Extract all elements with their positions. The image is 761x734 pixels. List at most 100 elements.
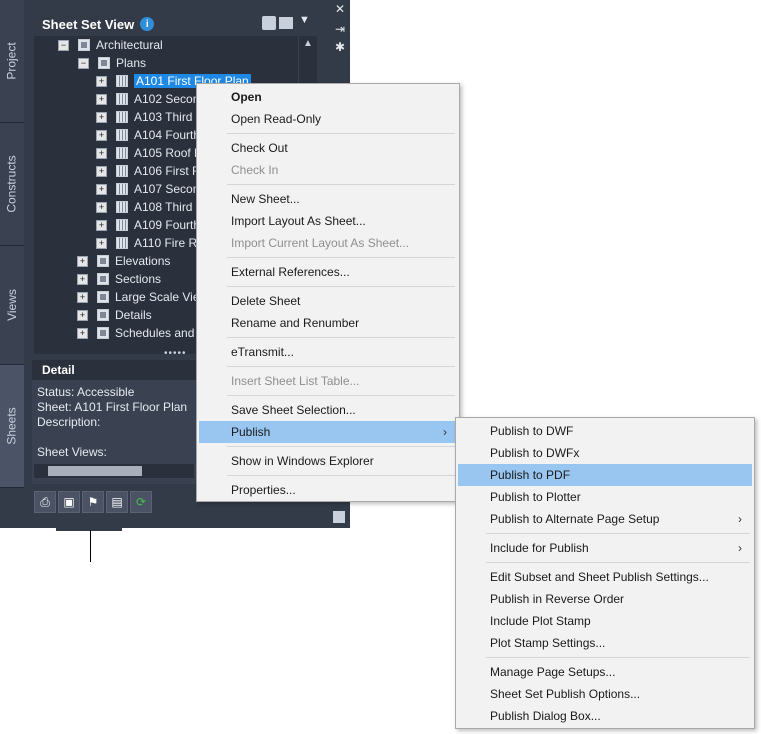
tree-node-label: Plans bbox=[116, 56, 147, 70]
menu-open-read-only[interactable]: Open Read-Only bbox=[199, 108, 457, 130]
expand-icon[interactable]: + bbox=[77, 309, 88, 321]
sheet-icon bbox=[116, 75, 128, 87]
publish-options-icon[interactable]: ⚑ bbox=[82, 491, 104, 513]
menu-open[interactable]: Open bbox=[199, 86, 457, 108]
submenu-publish-dialog-box[interactable]: Publish Dialog Box... bbox=[458, 705, 752, 727]
scroll-thumb[interactable] bbox=[48, 466, 142, 476]
expand-icon[interactable]: + bbox=[96, 201, 107, 213]
tree-sheet[interactable]: + A109 Fourth bbox=[96, 216, 200, 234]
submenu-include-for-publish[interactable]: Include for Publish › bbox=[458, 537, 752, 559]
expand-icon[interactable]: + bbox=[96, 219, 107, 231]
menu-etransmit[interactable]: eTransmit... bbox=[199, 341, 457, 363]
folder-icon[interactable] bbox=[279, 17, 293, 29]
tab-project[interactable]: Project bbox=[0, 0, 24, 123]
expand-icon[interactable]: + bbox=[96, 93, 107, 105]
expand-icon[interactable]: + bbox=[96, 75, 107, 87]
tree-subset[interactable]: + Elevations bbox=[77, 252, 170, 270]
menu-new-sheet[interactable]: New Sheet... bbox=[199, 188, 457, 210]
tree-sheet[interactable]: + A104 Fourth bbox=[96, 126, 200, 144]
expand-icon[interactable]: + bbox=[77, 327, 88, 339]
menu-check-out[interactable]: Check Out bbox=[199, 137, 457, 159]
submenu-publish-pdf[interactable]: Publish to PDF bbox=[458, 464, 752, 486]
tree-node-label: A110 Fire Ra bbox=[134, 236, 204, 250]
tree-sheet[interactable]: + A107 Second bbox=[96, 180, 206, 198]
menu-publish[interactable]: Publish › bbox=[199, 421, 457, 443]
subset-icon bbox=[97, 327, 109, 339]
collapse-icon[interactable]: − bbox=[78, 57, 89, 69]
submenu-alt-page-setup[interactable]: Publish to Alternate Page Setup › bbox=[458, 508, 752, 530]
submenu-edit-subset[interactable]: Edit Subset and Sheet Publish Settings..… bbox=[458, 566, 752, 588]
submenu-arrow-icon: › bbox=[443, 425, 447, 439]
menu-properties[interactable]: Properties... bbox=[199, 479, 457, 501]
tree-node-label: Large Scale View bbox=[115, 290, 209, 304]
tree-subset[interactable]: + Sections bbox=[77, 270, 161, 288]
menu-insert-sheet-list: Insert Sheet List Table... bbox=[231, 374, 360, 388]
sheet-icon bbox=[116, 129, 128, 141]
menu-save-sheet-selection[interactable]: Save Sheet Selection... bbox=[199, 399, 457, 421]
tree-sheet[interactable]: + A103 Third F bbox=[96, 108, 203, 126]
publish-to-plotter-icon[interactable]: ⎙ bbox=[34, 491, 56, 513]
tree-node-plans[interactable]: − Plans bbox=[78, 54, 146, 72]
sheet-list-icon[interactable] bbox=[262, 16, 276, 30]
tab-views-label: Views bbox=[5, 289, 20, 321]
expand-icon[interactable]: + bbox=[96, 165, 107, 177]
sheet-icon bbox=[116, 165, 128, 177]
tab-sheets[interactable]: Sheets bbox=[0, 365, 24, 488]
expand-icon[interactable]: + bbox=[96, 183, 107, 195]
properties-gear-icon[interactable]: ✱ bbox=[333, 40, 347, 54]
tab-views[interactable]: Views bbox=[0, 246, 24, 365]
submenu-sheet-set-publish-options[interactable]: Sheet Set Publish Options... bbox=[458, 683, 752, 705]
splitter-grip-icon[interactable]: ••••• bbox=[164, 348, 187, 359]
tree-subset[interactable]: + Large Scale View bbox=[77, 288, 208, 306]
submenu-alt-page-setup-label: Publish to Alternate Page Setup bbox=[490, 512, 660, 526]
refresh-icon[interactable]: ⟳ bbox=[130, 491, 152, 513]
info-icon[interactable]: i bbox=[140, 17, 155, 31]
menu-rename-renumber[interactable]: Rename and Renumber bbox=[199, 312, 457, 334]
tree-sheet[interactable]: + A106 First Fl bbox=[96, 162, 202, 180]
tab-constructs[interactable]: Constructs bbox=[0, 123, 24, 246]
expand-icon[interactable]: + bbox=[96, 237, 107, 249]
tree-node-architectural[interactable]: − Architectural bbox=[58, 36, 163, 54]
scroll-up-icon[interactable]: ▲ bbox=[303, 38, 313, 49]
expand-icon[interactable]: + bbox=[77, 273, 88, 285]
menu-show-in-explorer[interactable]: Show in Windows Explorer bbox=[199, 450, 457, 472]
expand-icon[interactable]: + bbox=[77, 255, 88, 267]
expand-icon[interactable]: + bbox=[96, 111, 107, 123]
sheet-selections-icon[interactable]: ▤ bbox=[106, 491, 128, 513]
submenu-publish-dwf[interactable]: Publish to DWF bbox=[458, 420, 752, 442]
tree-sheet[interactable]: + A110 Fire Ra bbox=[96, 234, 204, 252]
tree-sheet[interactable]: + A102 Seconc bbox=[96, 90, 205, 108]
collapse-icon[interactable]: − bbox=[58, 39, 69, 51]
submenu-manage-page-setups[interactable]: Manage Page Setups... bbox=[458, 661, 752, 683]
tree-node-label: Architectural bbox=[96, 38, 163, 52]
tree-node-label: Schedules and D bbox=[115, 326, 207, 340]
tree-subset[interactable]: + Schedules and D bbox=[77, 324, 206, 342]
menu-delete-sheet[interactable]: Delete Sheet bbox=[199, 290, 457, 312]
palette-resize-icon[interactable] bbox=[333, 511, 345, 523]
menu-separator bbox=[486, 657, 750, 658]
expand-icon[interactable]: + bbox=[77, 291, 88, 303]
tree-sheet[interactable]: + A108 Third F bbox=[96, 198, 203, 216]
autohide-icon[interactable]: ⇥ bbox=[333, 22, 347, 36]
detail-hscrollbar[interactable] bbox=[34, 464, 194, 478]
expand-icon[interactable]: + bbox=[96, 147, 107, 159]
close-icon[interactable]: ✕ bbox=[333, 2, 347, 16]
menu-separator bbox=[227, 475, 455, 476]
tree-sheet[interactable]: + A105 Roof P bbox=[96, 144, 202, 162]
menu-import-layout[interactable]: Import Layout As Sheet... bbox=[199, 210, 457, 232]
expand-icon[interactable]: + bbox=[96, 129, 107, 141]
sheet-icon bbox=[116, 219, 128, 231]
submenu-reverse-order[interactable]: Publish in Reverse Order bbox=[458, 588, 752, 610]
submenu-include-plot-stamp[interactable]: Include Plot Stamp bbox=[458, 610, 752, 632]
menu-separator bbox=[227, 337, 455, 338]
tree-subset[interactable]: + Details bbox=[77, 306, 152, 324]
publish-to-dwf-icon[interactable]: ▣ bbox=[58, 491, 80, 513]
detail-sheet-views: Sheet Views: bbox=[37, 445, 107, 459]
submenu-publish-plotter[interactable]: Publish to Plotter bbox=[458, 486, 752, 508]
submenu-publish-dwfx[interactable]: Publish to DWFx bbox=[458, 442, 752, 464]
submenu-plot-stamp-settings[interactable]: Plot Stamp Settings... bbox=[458, 632, 752, 654]
menu-external-references[interactable]: External References... bbox=[199, 261, 457, 283]
chevron-down-icon[interactable]: ▼ bbox=[299, 14, 310, 26]
subset-icon bbox=[97, 309, 109, 321]
menu-separator bbox=[227, 366, 455, 367]
